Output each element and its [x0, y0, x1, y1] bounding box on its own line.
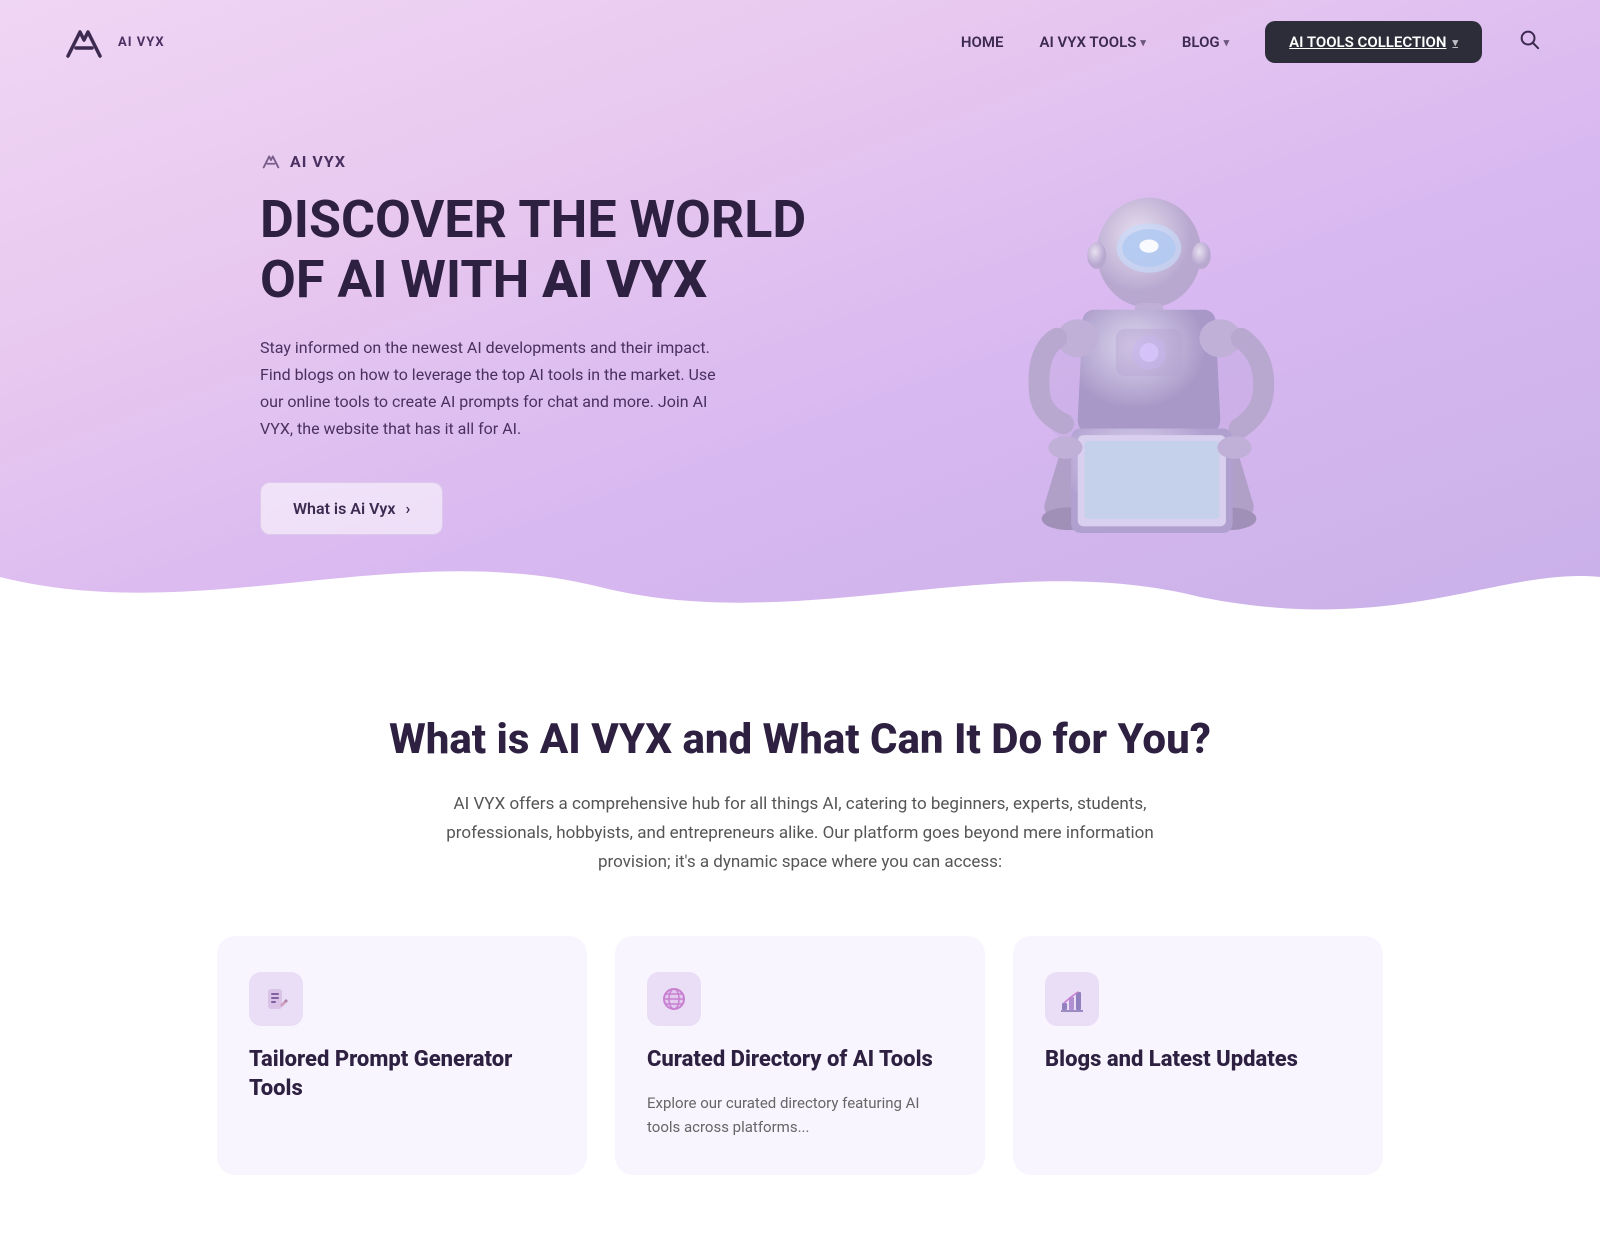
hero-brand-name: AI VYX [290, 152, 346, 171]
nav-ai-collection[interactable]: AI TOOLS COLLECTION ▾ [1265, 21, 1482, 63]
chart-icon [1058, 985, 1086, 1013]
card-prompt-tools: Tailored Prompt Generator Tools [217, 936, 587, 1175]
hero-section: AI VYX DISCOVER THE WORLD OF AI WITH AI … [0, 0, 1600, 635]
pencil-icon [262, 985, 290, 1013]
search-icon[interactable] [1518, 28, 1540, 56]
hero-brand-label: AI VYX [260, 150, 820, 172]
card-icon-blogs [1045, 972, 1099, 1026]
nav-ai-tools[interactable]: AI VYX TOOLS ▾ [1039, 33, 1145, 51]
card-ai-directory: Curated Directory of AI Tools Explore ou… [615, 936, 985, 1175]
chevron-right-icon: › [405, 499, 410, 518]
card-icon-prompt [249, 972, 303, 1026]
cards-row: Tailored Prompt Generator Tools Curated … [200, 936, 1400, 1175]
hero-description: Stay informed on the newest AI developme… [260, 334, 720, 443]
hero-left: AI VYX DISCOVER THE WORLD OF AI WITH AI … [260, 150, 820, 535]
card-title-directory: Curated Directory of AI Tools [647, 1046, 953, 1075]
globe-icon [660, 985, 688, 1013]
nav-home[interactable]: HOME [961, 33, 1004, 51]
hero-robot-illustration [920, 153, 1340, 533]
robot-svg [920, 153, 1340, 533]
nav-links: HOME AI VYX TOOLS ▾ BLOG ▾ AI TOOLS COLL… [961, 21, 1540, 63]
chevron-down-icon: ▾ [1452, 36, 1458, 49]
hero-title: DISCOVER THE WORLD OF AI WITH AI VYX [260, 190, 820, 310]
chevron-down-icon: ▾ [1140, 36, 1146, 49]
section-description: AI VYX offers a comprehensive hub for al… [440, 790, 1160, 877]
nav-blog[interactable]: BLOG ▾ [1182, 33, 1229, 51]
navbar: AI VYX HOME AI VYX TOOLS ▾ BLOG ▾ AI TOO… [0, 0, 1600, 84]
hero-brand-icon [260, 150, 282, 172]
main-content: What is AI VYX and What Can It Do for Yo… [0, 635, 1600, 1235]
card-icon-directory [647, 972, 701, 1026]
section-title: What is AI VYX and What Can It Do for Yo… [60, 715, 1540, 765]
card-blogs: Blogs and Latest Updates [1013, 936, 1383, 1175]
hero-wave [0, 517, 1600, 635]
logo[interactable]: AI VYX [60, 18, 165, 66]
logo-text: AI VYX [118, 35, 165, 50]
chevron-down-icon: ▾ [1224, 36, 1230, 49]
card-title-blogs: Blogs and Latest Updates [1045, 1046, 1351, 1075]
card-title-prompt: Tailored Prompt Generator Tools [249, 1046, 555, 1103]
card-desc-directory: Explore our curated directory featuring … [647, 1091, 953, 1139]
logo-icon [60, 18, 108, 66]
